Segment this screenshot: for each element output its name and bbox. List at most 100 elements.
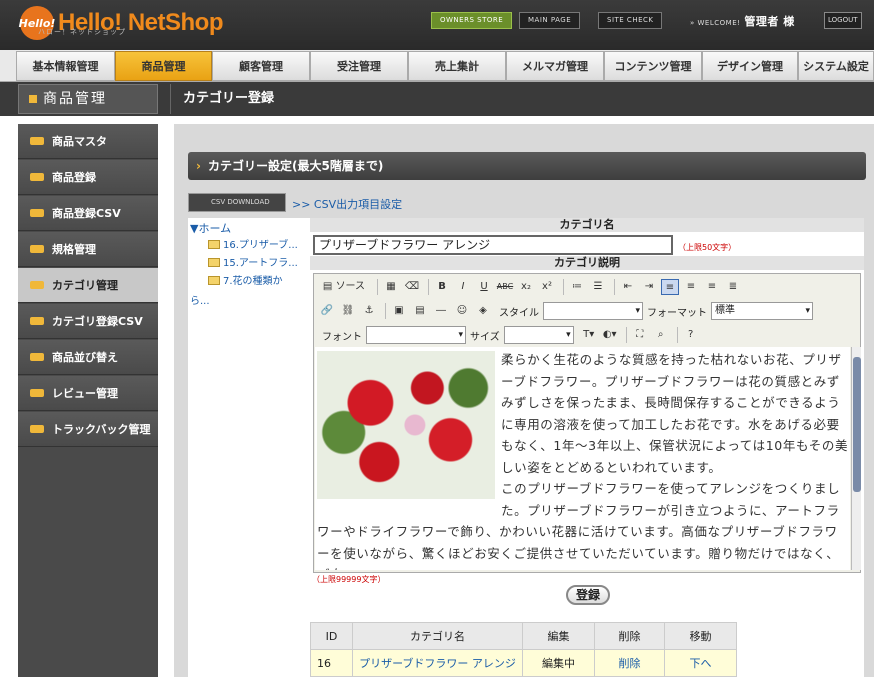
toolbar-separator — [614, 279, 615, 295]
page-title: カテゴリー登録 — [170, 84, 274, 114]
site-check-button[interactable]: SITE CHECK — [598, 12, 663, 29]
gnav-system[interactable]: システム設定 — [798, 51, 874, 81]
section-title-text: 商品管理 — [43, 91, 107, 107]
gnav-sales[interactable]: 売上集計 — [408, 51, 506, 81]
scrollbar-thumb[interactable] — [853, 357, 861, 492]
size-select[interactable] — [503, 326, 574, 344]
csv-settings-link[interactable]: >> CSV出力項目設定 — [292, 196, 402, 212]
sidebar-item-label: レビュー管理 — [52, 387, 118, 400]
template-icon[interactable]: ▦ — [382, 279, 400, 295]
sidebar-item-label: カテゴリ管理 — [52, 279, 118, 292]
editor-content[interactable]: 柔らかく生花のような質感を持った枯れないお花、プリザーブドフラワー。プリザーブド… — [315, 347, 850, 570]
link-icon[interactable]: 🔗 — [318, 303, 336, 319]
format-select[interactable]: 標準 — [711, 302, 813, 320]
toolbar-separator — [385, 303, 386, 319]
preview-icon[interactable]: ⌕ — [652, 327, 670, 343]
sidebar-item-product-register[interactable]: 商品登録 — [18, 160, 158, 195]
global-nav: 基本情報管理 商品管理 顧客管理 受注管理 売上集計 メルマガ管理 コンテンツ管… — [0, 50, 874, 82]
category-name-link[interactable]: プリザーブドフラワー アレンジ — [359, 657, 516, 670]
name-limit-hint: （上限50文字） — [678, 243, 737, 252]
subscript-icon[interactable]: x₂ — [517, 279, 535, 295]
strike-icon[interactable]: ABC — [496, 279, 514, 295]
font-label: フォント — [322, 331, 362, 343]
gnav-customer[interactable]: 顧客管理 — [212, 51, 310, 81]
italic-icon[interactable]: I — [454, 279, 472, 295]
unlink-icon[interactable]: ⛓ — [339, 303, 357, 319]
help-icon[interactable]: ? — [682, 327, 700, 343]
align-center-icon[interactable]: ≡ — [682, 279, 700, 295]
special-char-icon[interactable]: ◈ — [474, 303, 492, 319]
register-button[interactable]: 登録 — [566, 585, 610, 605]
smiley-icon[interactable]: ☺ — [453, 303, 471, 319]
ordered-list-icon[interactable]: ≔ — [568, 279, 586, 295]
move-down-link[interactable]: 下へ — [690, 657, 712, 670]
sidebar: 商品マスタ 商品登録 商品登録CSV 規格管理 カテゴリ管理 カテゴリ登録CSV… — [18, 124, 158, 677]
sidebar-item-category-csv[interactable]: カテゴリ登録CSV — [18, 304, 158, 339]
anchor-icon[interactable]: ⚓ — [360, 303, 378, 319]
gnav-product[interactable]: 商品管理 — [115, 51, 212, 81]
maximize-icon[interactable]: ⛶ — [631, 327, 649, 343]
bg-color-icon[interactable]: ◐▾ — [601, 327, 619, 343]
folder-icon — [30, 281, 44, 289]
eraser-icon[interactable]: ⌫ — [403, 279, 421, 295]
tree-root-home[interactable]: ▼ホーム — [190, 220, 231, 236]
sidebar-item-review[interactable]: レビュー管理 — [18, 376, 158, 411]
hr-icon[interactable]: ― — [432, 303, 450, 319]
editor-toolbar-row-3: フォント サイズ T▾ ◐▾ ⛶ ⌕ ? — [318, 324, 703, 346]
tree-node[interactable]: 15.アートフラ... — [208, 254, 308, 269]
gnav-design[interactable]: デザイン管理 — [702, 51, 798, 81]
text-color-icon[interactable]: T▾ — [580, 327, 598, 343]
source-button[interactable]: ▤ ソース — [318, 279, 370, 295]
logout-button[interactable]: LOGOUT — [824, 12, 862, 29]
gnav-basic-info[interactable]: 基本情報管理 — [16, 51, 115, 81]
gnav-order[interactable]: 受注管理 — [310, 51, 408, 81]
align-justify-icon[interactable]: ≣ — [724, 279, 742, 295]
folder-icon — [208, 276, 220, 285]
top-header: Hello! Hello! NetShop ハロー！ネットショップ OWNERS… — [0, 0, 874, 50]
format-label: フォーマット — [647, 307, 707, 319]
align-right-icon[interactable]: ≡ — [703, 279, 721, 295]
bold-icon[interactable]: B — [433, 279, 451, 295]
font-select[interactable] — [366, 326, 466, 344]
tree-node-label: 15.アートフラ... — [223, 258, 298, 269]
col-name: カテゴリ名 — [352, 622, 523, 650]
sidebar-item-label: 商品登録CSV — [52, 207, 121, 220]
align-left-icon[interactable]: ≡ — [661, 279, 679, 295]
main-page-button[interactable]: MAIN PAGE — [519, 12, 581, 29]
source-label: ソース — [335, 281, 366, 292]
csv-download-button[interactable]: CSV DOWNLOAD — [188, 193, 286, 212]
editor-scrollbar[interactable] — [851, 347, 861, 570]
sidebar-item-spec[interactable]: 規格管理 — [18, 232, 158, 267]
sidebar-item-product-master[interactable]: 商品マスタ — [18, 124, 158, 159]
sidebar-item-product-csv[interactable]: 商品登録CSV — [18, 196, 158, 231]
folder-icon — [30, 137, 44, 145]
toolbar-separator — [676, 327, 678, 343]
col-delete: 削除 — [594, 622, 665, 650]
underline-icon[interactable]: U — [475, 279, 493, 295]
gnav-mailmag[interactable]: メルマガ管理 — [506, 51, 604, 81]
tree-node-overflow[interactable]: ら... — [190, 292, 210, 307]
folder-icon — [30, 389, 44, 397]
table-icon[interactable]: ▤ — [411, 303, 429, 319]
delete-link[interactable]: 削除 — [619, 657, 641, 670]
bullet-list-icon[interactable]: ☰ — [589, 279, 607, 295]
tree-node[interactable]: 7.花の種類か — [208, 272, 308, 287]
sidebar-item-category[interactable]: カテゴリ管理 — [18, 268, 158, 303]
image-icon[interactable]: ▣ — [390, 303, 408, 319]
cell-edit: 編集中 — [522, 649, 595, 677]
table-row: 16 プリザーブドフラワー アレンジ 編集中 削除 下へ — [310, 649, 737, 677]
tree-node[interactable]: 16.プリザーブ... — [208, 236, 308, 251]
image-float-spacer — [317, 349, 501, 503]
category-settings-panel: カテゴリー設定(最大5階層まで) — [188, 152, 866, 180]
sidebar-item-trackback[interactable]: トラックバック管理 — [18, 412, 158, 447]
superscript-icon[interactable]: x² — [538, 279, 556, 295]
category-name-input[interactable]: プリザーブドフラワー アレンジ — [313, 235, 673, 255]
style-select[interactable] — [543, 302, 643, 320]
sidebar-item-sort[interactable]: 商品並び替え — [18, 340, 158, 375]
indent-icon[interactable]: ⇥ — [640, 279, 658, 295]
owners-store-button[interactable]: OWNERS STORE — [431, 12, 513, 29]
toolbar-separator — [377, 279, 378, 295]
gnav-contents[interactable]: コンテンツ管理 — [604, 51, 702, 81]
welcome-text: » WELCOME! 管理者 様 — [690, 13, 795, 29]
outdent-icon[interactable]: ⇤ — [619, 279, 637, 295]
